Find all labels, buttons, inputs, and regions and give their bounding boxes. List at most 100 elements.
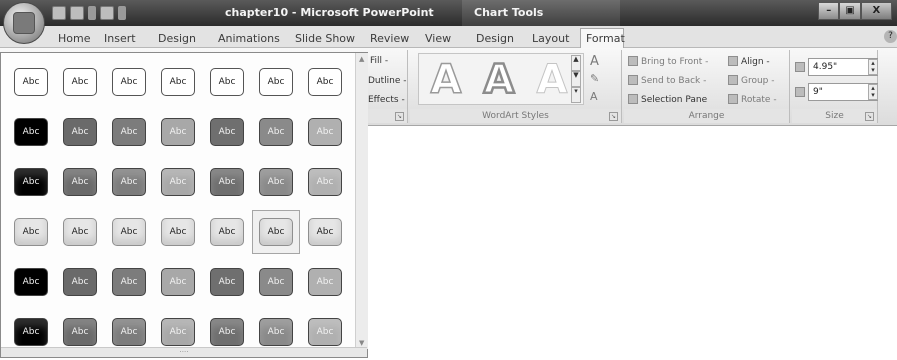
tab-home[interactable]: Home	[58, 32, 90, 45]
shape-style-option[interactable]: Abc	[7, 60, 55, 104]
shape-style-option[interactable]: Abc	[154, 60, 202, 104]
text-effects-icon[interactable]: A	[590, 90, 598, 103]
shape-style-option[interactable]: Abc	[252, 60, 300, 104]
shape-style-option[interactable]: Abc	[7, 110, 55, 154]
customize-qat-icon[interactable]	[118, 6, 126, 20]
shape-style-option[interactable]: Abc	[105, 160, 153, 204]
style-swatch-label: Abc	[259, 318, 293, 346]
wordart-gallery: A A A ▲ ▼ ▾	[418, 53, 584, 105]
shape-style-option[interactable]: Abc	[154, 260, 202, 304]
help-icon[interactable]: ?	[884, 30, 897, 43]
shape-style-option[interactable]: Abc	[203, 210, 251, 254]
shape-style-option[interactable]: Abc	[252, 160, 300, 204]
undo-icon[interactable]	[70, 6, 84, 20]
group-button[interactable]: Group -	[728, 75, 775, 86]
shape-style-option[interactable]: Abc	[105, 110, 153, 154]
tab-insert[interactable]: Insert	[104, 32, 136, 45]
wordart-style-1[interactable]: A	[421, 57, 471, 103]
width-spinner-icon[interactable]: ▴ ▾	[868, 84, 878, 100]
tab-slide-show[interactable]: Slide Show	[295, 32, 355, 45]
undo-dropdown-icon[interactable]	[88, 6, 96, 20]
shape-style-option[interactable]: Abc	[7, 210, 55, 254]
shape-style-option[interactable]: Abc	[105, 210, 153, 254]
wordart-more-icon[interactable]: ▾	[571, 87, 581, 103]
shape-effects-button[interactable]: Effects -	[368, 95, 405, 105]
window-controls: – ▣ X	[818, 2, 892, 20]
wordart-style-2[interactable]: A	[474, 57, 524, 104]
shape-style-option[interactable]: Abc	[203, 160, 251, 204]
style-swatch-label: Abc	[259, 68, 293, 96]
shape-style-option[interactable]: Abc	[252, 260, 300, 304]
send-to-back-button[interactable]: Send to Back -	[628, 75, 706, 86]
rotate-label: Rotate -	[741, 95, 777, 105]
style-swatch-label: Abc	[308, 68, 342, 96]
shape-outline-button[interactable]: Dutline -	[368, 76, 407, 86]
maximize-button[interactable]: ▣	[839, 2, 861, 20]
style-swatch-label: Abc	[14, 218, 48, 246]
shape-style-option[interactable]: Abc	[56, 210, 104, 254]
rotate-button[interactable]: Rotate -	[728, 94, 777, 105]
size-launcher-icon[interactable]: ↘	[865, 112, 874, 121]
shape-style-option[interactable]: Abc	[7, 160, 55, 204]
tab-view[interactable]: View	[425, 32, 451, 45]
tab-chart-format[interactable]: Format	[586, 32, 625, 45]
shape-style-option[interactable]: Abc	[7, 260, 55, 304]
style-swatch-label: Abc	[161, 318, 195, 346]
shape-style-option[interactable]: Abc	[252, 110, 300, 154]
gallery-resize-grip[interactable]: ····	[1, 347, 367, 357]
tab-chart-design[interactable]: Design	[476, 32, 514, 45]
wordart-scroll-down-icon[interactable]: ▼	[571, 71, 581, 87]
selection-pane-button[interactable]: Selection Pane	[628, 94, 707, 105]
shape-style-option[interactable]: Abc	[301, 60, 349, 104]
height-spinner-icon[interactable]: ▴ ▾	[868, 59, 878, 75]
text-outline-icon[interactable]: ✎	[590, 72, 599, 85]
style-swatch-label: Abc	[161, 68, 195, 96]
shape-style-option[interactable]: Abc	[56, 160, 104, 204]
shape-style-option[interactable]: Abc	[301, 260, 349, 304]
text-fill-icon[interactable]: A	[590, 54, 599, 69]
gallery-scrollbar[interactable]: ▲ ▼	[355, 53, 368, 349]
shape-style-option[interactable]: Abc	[154, 160, 202, 204]
shape-style-option[interactable]: Abc	[301, 110, 349, 154]
shape-style-option[interactable]: Abc	[203, 60, 251, 104]
close-button[interactable]: X	[860, 2, 892, 20]
size-group: 4.95" ▴ ▾ 9" ▴ ▾ Size ↘	[792, 50, 878, 123]
wordart-scroll-up-icon[interactable]: ▲	[571, 55, 581, 71]
wordart-launcher-icon[interactable]: ↘	[609, 112, 618, 121]
redo-icon[interactable]	[100, 6, 114, 20]
shape-styles-launcher-icon[interactable]: ↘	[395, 112, 404, 121]
shape-style-option[interactable]: Abc	[301, 160, 349, 204]
shape-style-option[interactable]: Abc	[203, 260, 251, 304]
shape-style-option[interactable]: Abc	[105, 260, 153, 304]
save-icon[interactable]	[52, 6, 66, 20]
wordart-styles-group: A A A ▲ ▼ ▾ A ✎ A WordArt Styles ↘	[410, 50, 622, 123]
shape-style-option[interactable]: Abc	[56, 110, 104, 154]
tab-animations[interactable]: Animations	[218, 32, 280, 45]
shape-style-option[interactable]: Abc	[105, 60, 153, 104]
shape-fill-button[interactable]: Fill -	[370, 56, 388, 66]
style-swatch-label: Abc	[161, 168, 195, 196]
align-label: Align -	[741, 57, 770, 67]
shape-style-option[interactable]: Abc	[203, 110, 251, 154]
shape-style-option[interactable]: Abc	[252, 210, 300, 254]
minimize-button[interactable]: –	[818, 2, 840, 20]
bring-to-front-icon	[628, 56, 638, 66]
align-button[interactable]: Align -	[728, 56, 770, 67]
tab-review[interactable]: Review	[370, 32, 409, 45]
style-swatch-label: Abc	[308, 118, 342, 146]
office-button[interactable]	[3, 2, 45, 44]
bring-to-front-button[interactable]: Bring to Front -	[628, 56, 708, 67]
shape-style-option[interactable]: Abc	[154, 110, 202, 154]
shape-style-option[interactable]: Abc	[301, 210, 349, 254]
wordart-style-3[interactable]: A	[527, 58, 577, 103]
tab-chart-layout[interactable]: Layout	[532, 32, 569, 45]
scroll-down-icon[interactable]: ▼	[359, 339, 364, 347]
style-swatch-label: Abc	[14, 318, 48, 346]
style-swatch-label: Abc	[259, 118, 293, 146]
shape-style-option[interactable]: Abc	[56, 60, 104, 104]
shape-style-option[interactable]: Abc	[154, 210, 202, 254]
style-swatch-label: Abc	[308, 268, 342, 296]
shape-style-option[interactable]: Abc	[56, 260, 104, 304]
scroll-up-icon[interactable]: ▲	[359, 55, 364, 63]
tab-design[interactable]: Design	[158, 32, 196, 45]
